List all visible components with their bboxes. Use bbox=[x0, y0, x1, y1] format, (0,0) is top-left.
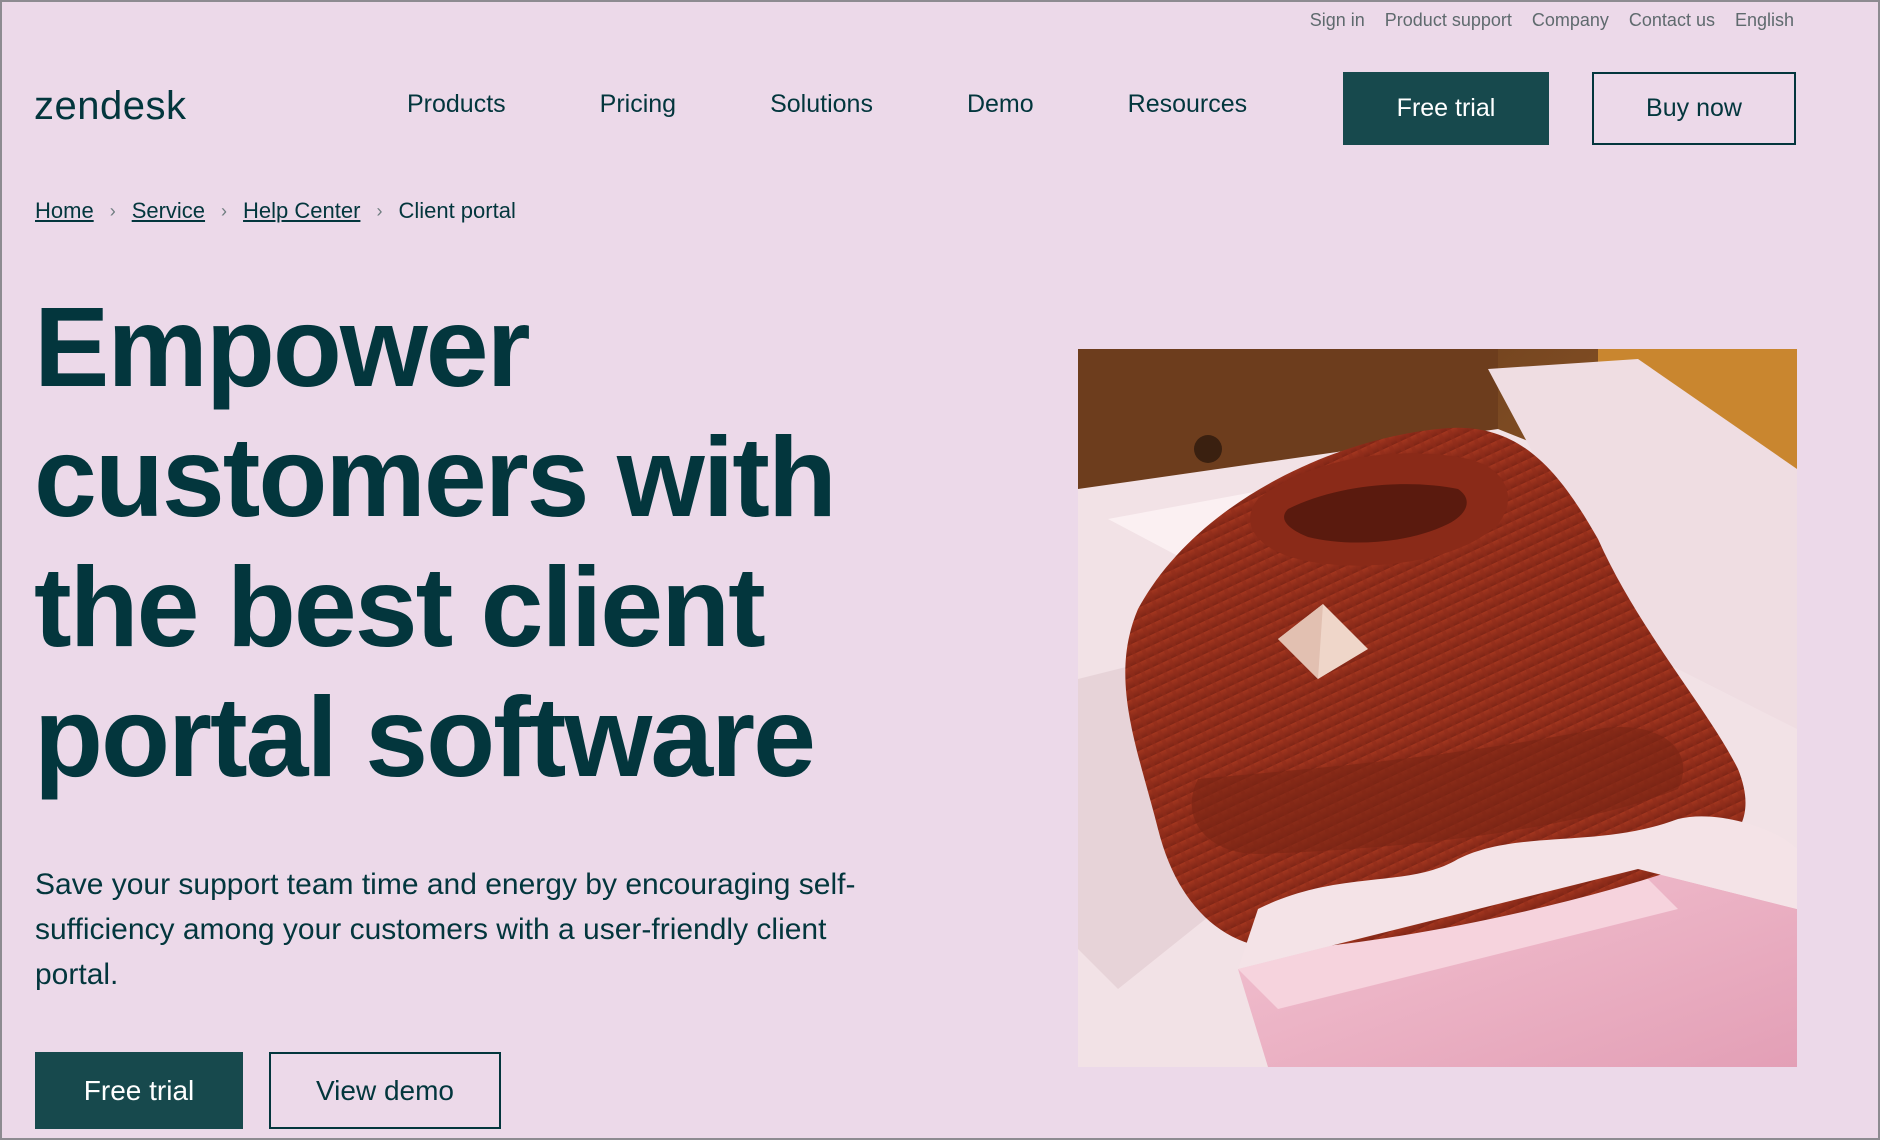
nav-products[interactable]: Products bbox=[407, 90, 506, 119]
hero-title: Empower customers with the best client p… bbox=[34, 282, 894, 802]
product-support-link[interactable]: Product support bbox=[1385, 10, 1512, 31]
company-link[interactable]: Company bbox=[1532, 10, 1609, 31]
main-nav: Products Pricing Solutions Demo Resource… bbox=[407, 90, 1247, 119]
hero-free-trial-button[interactable]: Free trial bbox=[35, 1052, 243, 1129]
utility-nav: Sign in Product support Company Contact … bbox=[1310, 10, 1794, 31]
breadcrumb: Home › Service › Help Center › Client po… bbox=[35, 198, 516, 224]
breadcrumb-help-center[interactable]: Help Center bbox=[243, 198, 360, 224]
hero-title-line: the best client bbox=[34, 544, 766, 670]
sweater-in-box-illustration bbox=[1078, 349, 1797, 1067]
header-buy-now-button[interactable]: Buy now bbox=[1592, 72, 1796, 145]
breadcrumb-home[interactable]: Home bbox=[35, 198, 94, 224]
chevron-right-icon: › bbox=[376, 200, 383, 221]
chevron-right-icon: › bbox=[221, 200, 228, 221]
hero-title-line: Empower bbox=[34, 284, 531, 410]
zendesk-logo[interactable]: zendesk bbox=[34, 84, 186, 129]
hero-title-line: portal software bbox=[34, 674, 816, 800]
nav-pricing[interactable]: Pricing bbox=[600, 90, 676, 119]
page-frame: Sign in Product support Company Contact … bbox=[0, 0, 1880, 1140]
hero-title-line: customers with bbox=[34, 414, 837, 540]
hero-image bbox=[1078, 349, 1797, 1067]
hero-subtitle: Save your support team time and energy b… bbox=[35, 868, 856, 991]
contact-us-link[interactable]: Contact us bbox=[1629, 10, 1715, 31]
language-selector[interactable]: English bbox=[1735, 10, 1794, 31]
breadcrumb-current: Client portal bbox=[398, 198, 516, 223]
nav-solutions[interactable]: Solutions bbox=[770, 90, 873, 119]
chevron-right-icon: › bbox=[109, 200, 116, 221]
breadcrumb-service[interactable]: Service bbox=[132, 198, 205, 224]
header-free-trial-button[interactable]: Free trial bbox=[1343, 72, 1549, 145]
sign-in-link[interactable]: Sign in bbox=[1310, 10, 1365, 31]
hero-view-demo-button[interactable]: View demo bbox=[269, 1052, 501, 1129]
nav-resources[interactable]: Resources bbox=[1128, 90, 1248, 119]
nav-demo[interactable]: Demo bbox=[967, 90, 1034, 119]
